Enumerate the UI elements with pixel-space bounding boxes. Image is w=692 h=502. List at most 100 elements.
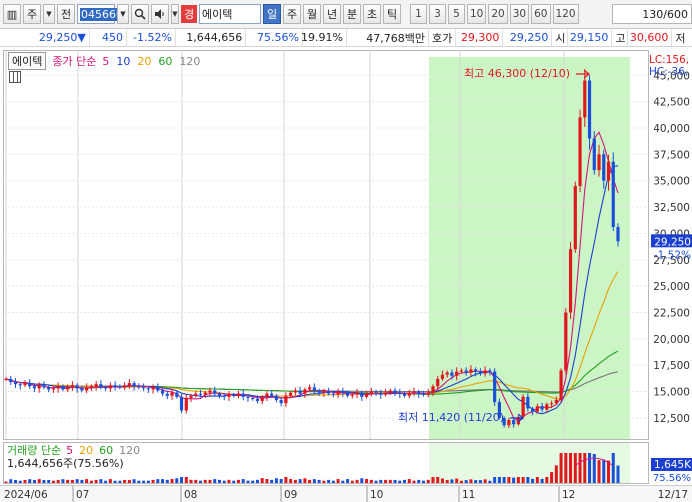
candle — [564, 308, 568, 375]
stock-name-field[interactable]: 에이텍 — [199, 4, 261, 24]
candle — [559, 368, 563, 403]
bid-price: 29,250 — [503, 29, 553, 46]
volume-bar — [255, 479, 259, 483]
candle — [4, 376, 8, 381]
volume-bar — [85, 479, 89, 483]
volume-bar — [502, 477, 506, 483]
volume-bar — [37, 479, 41, 483]
period-tab-1[interactable]: 주 — [283, 4, 301, 24]
candle — [383, 388, 388, 397]
time-tick-label: 10 — [370, 489, 383, 501]
speaker-dropdown-icon[interactable]: ▼ — [171, 4, 179, 24]
candle — [232, 392, 236, 398]
volume-bar — [108, 479, 112, 483]
interval-tab-2[interactable]: 5 — [448, 4, 465, 24]
volume-legend-periods: 5 20 60 120 — [66, 444, 140, 457]
volume-bar — [355, 479, 359, 483]
volume-legend-period-2: 60 — [99, 444, 114, 457]
period-tab-2[interactable]: 월 — [303, 4, 321, 24]
candle — [23, 380, 27, 388]
candle — [336, 388, 340, 399]
volume-bar — [393, 479, 397, 483]
code-dropdown-icon[interactable]: ▼ — [117, 4, 129, 24]
volume-bar — [146, 480, 150, 483]
candle — [108, 382, 112, 392]
high-annotation: 최고 46,300 (12/10) — [464, 67, 570, 80]
volume-bar — [142, 480, 146, 483]
interval-tab-1[interactable]: 3 — [429, 4, 446, 24]
period-tab-4[interactable]: 분 — [343, 4, 361, 24]
candle — [493, 368, 497, 407]
volume-bar — [478, 480, 482, 483]
price-tick-label: 37,500 — [653, 149, 690, 161]
candle — [284, 392, 288, 408]
volume-bar — [118, 480, 122, 483]
volume-legend-title: 거래량 단순 — [7, 444, 62, 457]
time-tick-label: 11 — [462, 489, 475, 501]
market-select[interactable]: 주 — [23, 4, 41, 24]
candle — [184, 394, 188, 414]
legend-stock-name[interactable]: 에이텍 — [8, 52, 47, 70]
grid-toggle-icon[interactable] — [9, 71, 21, 83]
volume-bar — [279, 478, 283, 483]
volume-bar — [4, 481, 8, 483]
stock-code-input[interactable]: 045660 — [77, 4, 124, 24]
interval-tab-3[interactable]: 10 — [467, 4, 487, 24]
interval-tabs: 1 3 5 10 20 30 60 120 — [410, 4, 579, 24]
volume-bar — [312, 479, 316, 483]
price-tick-label: 40,000 — [653, 123, 690, 135]
interval-tab-4[interactable]: 20 — [488, 4, 508, 24]
interval-tab-7[interactable]: 120 — [552, 4, 579, 24]
volume-bar — [388, 479, 392, 483]
price-tick-label: 15,000 — [653, 387, 690, 399]
legend-ma-3: 60 — [158, 54, 173, 68]
legend-ma-0: 5 — [102, 54, 110, 68]
interval-tab-6[interactable]: 60 — [531, 4, 551, 24]
period-tab-0[interactable]: 일 — [263, 4, 281, 24]
prev-button[interactable]: 전 — [57, 4, 75, 24]
window-menu-icon[interactable]: ▥ — [3, 4, 21, 24]
volume-bar — [426, 479, 430, 483]
interval-tab-5[interactable]: 30 — [509, 4, 530, 24]
candle — [42, 381, 46, 390]
candle — [99, 380, 103, 390]
volume-bar — [56, 479, 60, 483]
volume-bar — [516, 477, 520, 483]
volume-bar — [236, 479, 240, 483]
volume-bar — [346, 479, 350, 483]
price-axis: 12,500 15,000 17,500 20,000 22,500 25,000 27,5… — [649, 50, 692, 484]
volume-bar — [578, 453, 582, 483]
volume-bar — [331, 480, 335, 483]
candle — [393, 387, 397, 397]
market-dropdown-icon[interactable]: ▼ — [43, 4, 55, 24]
volume-bar — [23, 479, 27, 483]
speaker-icon[interactable] — [151, 4, 169, 24]
price-tick-label: 22,500 — [653, 307, 690, 319]
toolbar: ▥ 주 ▼ 전 045660 ▼ ▼ 경 에이텍 일주월년분초틱 1 3 5 10 20… — [0, 0, 692, 29]
volume-bar — [469, 479, 473, 483]
volume-bar — [222, 480, 226, 483]
candle — [265, 390, 269, 401]
time-tick-label: 12 — [562, 489, 575, 501]
interval-tab-0[interactable]: 1 — [410, 4, 427, 24]
period-tab-6[interactable]: 틱 — [383, 4, 401, 24]
period-tab-3[interactable]: 년 — [323, 4, 341, 24]
volume-bar — [398, 480, 402, 483]
candle — [118, 384, 122, 390]
volume-bar — [308, 479, 312, 483]
price-chart-pane[interactable]: 최고 46,300 (12/10) 최저 11,420 (11/20) — [3, 50, 649, 440]
volume-bar — [459, 480, 463, 483]
candle — [293, 387, 297, 396]
volume-bar — [607, 460, 611, 483]
candle — [274, 393, 279, 403]
volume-bar — [417, 479, 421, 483]
volume-bar — [189, 479, 193, 483]
display-count-input[interactable]: 130/600 — [612, 4, 692, 24]
candle — [412, 387, 416, 397]
period-tab-5[interactable]: 초 — [363, 4, 381, 24]
volume-bar — [217, 479, 221, 483]
volume-bar — [194, 479, 198, 483]
volume-bar — [474, 480, 478, 483]
magnifier-icon[interactable] — [131, 4, 149, 24]
volume-bar — [151, 479, 155, 483]
